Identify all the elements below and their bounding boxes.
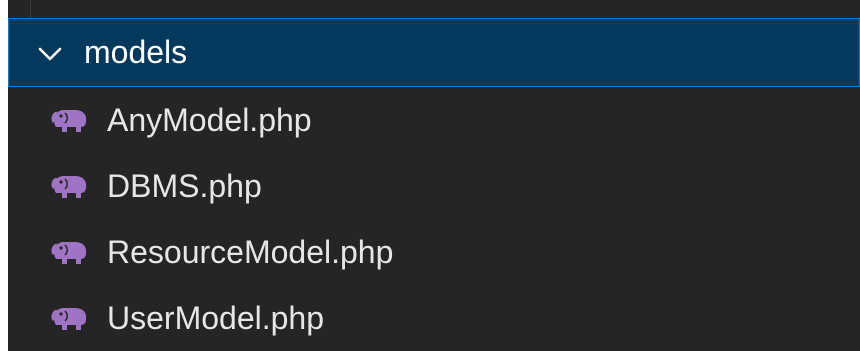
file-row-dbms[interactable]: DBMS.php [8,153,860,219]
file-row-anymodel[interactable]: AnyModel.php [8,87,860,153]
file-row-resourcemodel[interactable]: ResourceModel.php [8,219,860,285]
explorer-panel: models AnyModel.php DBMS.php ResourceMod… [8,0,860,351]
folder-row-models[interactable]: models [8,18,860,87]
folder-label: models [84,34,188,70]
file-explorer: models AnyModel.php DBMS.php ResourceMod… [0,0,860,351]
file-list: AnyModel.php DBMS.php ResourceModel.php … [8,87,860,351]
file-row-usermodel[interactable]: UserModel.php [8,285,860,351]
file-label: AnyModel.php [107,102,312,138]
php-elephant-icon [51,110,87,132]
explorer-top-strip [8,0,860,18]
file-label: ResourceModel.php [107,234,394,270]
chevron-down-icon[interactable] [37,41,63,67]
file-label: DBMS.php [107,168,262,204]
php-elephant-icon [51,176,87,198]
php-elephant-icon [51,242,87,264]
php-elephant-icon [51,308,87,330]
file-label: UserModel.php [107,300,324,336]
indent-guide [30,0,31,18]
